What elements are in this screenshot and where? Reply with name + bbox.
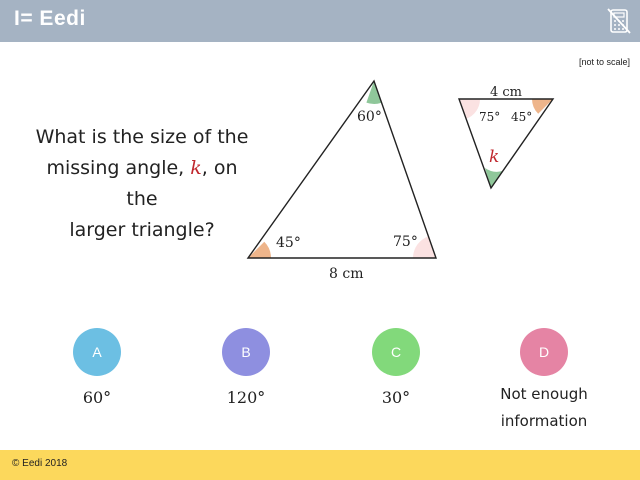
large-left-angle-label: 45°	[276, 235, 301, 251]
triangles-diagram: 60° 45° 75° 8 cm 4 cm 75° 45° k	[246, 79, 555, 282]
footer-bar: © Eedi 2018	[0, 450, 640, 480]
option-b-button[interactable]: B	[222, 328, 270, 376]
option-a-answer: 60°	[82, 388, 112, 407]
option-d-answer-line-2: information	[500, 412, 588, 430]
option-d-button[interactable]: D	[520, 328, 568, 376]
small-bottom-angle-label: k	[489, 147, 499, 167]
large-right-angle-label: 75°	[393, 234, 418, 250]
small-top-side-label: 4 cm	[490, 85, 522, 100]
option-c-answer: 30°	[381, 388, 411, 407]
option-c-button[interactable]: C	[372, 328, 420, 376]
large-base-label: 8 cm	[329, 266, 363, 282]
small-left-angle-label: 75°	[479, 110, 500, 124]
option-b-answer: 120°	[226, 388, 266, 407]
large-top-angle-label: 60°	[357, 109, 382, 125]
large-top-angle-marker	[366, 81, 382, 104]
option-a-button[interactable]: A	[73, 328, 121, 376]
small-right-angle-label: 45°	[511, 110, 532, 124]
option-d-answer-line-1: Not enough	[500, 385, 588, 403]
option-d-answer: Not enough information	[479, 381, 609, 435]
large-triangle	[246, 79, 437, 259]
small-right-angle-marker	[532, 99, 553, 114]
large-left-angle-marker	[248, 241, 271, 258]
copyright-text: © Eedi 2018	[12, 458, 68, 469]
